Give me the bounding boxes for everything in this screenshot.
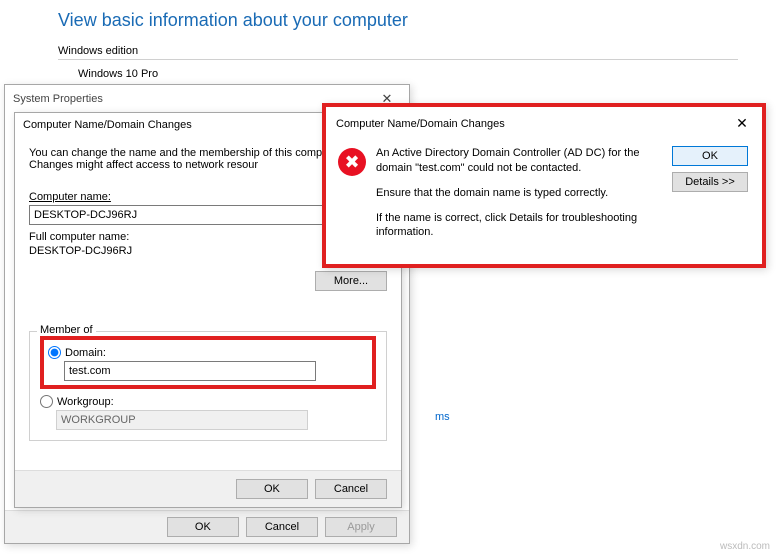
ok-button[interactable]: OK <box>236 479 308 499</box>
button-row: OK Cancel Apply <box>5 510 409 543</box>
member-of-legend: Member of <box>37 324 96 336</box>
domain-label: Domain: <box>65 347 106 359</box>
ok-button[interactable]: OK <box>672 146 748 166</box>
watermark: wsxdn.com <box>720 541 770 552</box>
titlebar: Computer Name/Domain Changes ✕ <box>326 107 762 140</box>
domain-input[interactable] <box>64 361 316 381</box>
button-column: OK Details >> <box>672 146 752 240</box>
terms-link[interactable]: ms <box>435 411 450 423</box>
window-title: System Properties <box>13 93 103 105</box>
page-title: View basic information about your comput… <box>58 10 756 31</box>
apply-button[interactable]: Apply <box>325 517 397 537</box>
error-message: An Active Directory Domain Controller (A… <box>376 146 664 240</box>
error-line3: If the name is correct, click Details fo… <box>376 211 664 241</box>
button-row: OK Cancel <box>15 470 401 507</box>
section-header: Windows edition <box>58 45 756 59</box>
details-button[interactable]: Details >> <box>672 172 748 192</box>
cancel-button[interactable]: Cancel <box>315 479 387 499</box>
ok-button[interactable]: OK <box>167 517 239 537</box>
domain-radio[interactable] <box>48 346 61 359</box>
more-button[interactable]: More... <box>315 271 387 291</box>
window-title: Computer Name/Domain Changes <box>336 118 505 130</box>
workgroup-radio[interactable] <box>40 395 53 408</box>
window-title: Computer Name/Domain Changes <box>23 119 192 131</box>
workgroup-label: Workgroup: <box>57 396 114 408</box>
domain-highlight: Domain: <box>40 336 376 389</box>
error-line2: Ensure that the domain name is typed cor… <box>376 186 664 201</box>
close-icon[interactable]: ✕ <box>728 115 756 132</box>
workgroup-input <box>56 410 308 430</box>
error-icon: ✖ <box>338 148 366 176</box>
error-dialog: Computer Name/Domain Changes ✕ ✖ An Acti… <box>322 103 766 268</box>
os-name: Windows 10 Pro <box>78 68 756 80</box>
cancel-button[interactable]: Cancel <box>246 517 318 537</box>
divider <box>58 59 738 60</box>
member-of-group: Member of Domain: Workgroup: <box>29 331 387 441</box>
error-line1: An Active Directory Domain Controller (A… <box>376 146 664 176</box>
